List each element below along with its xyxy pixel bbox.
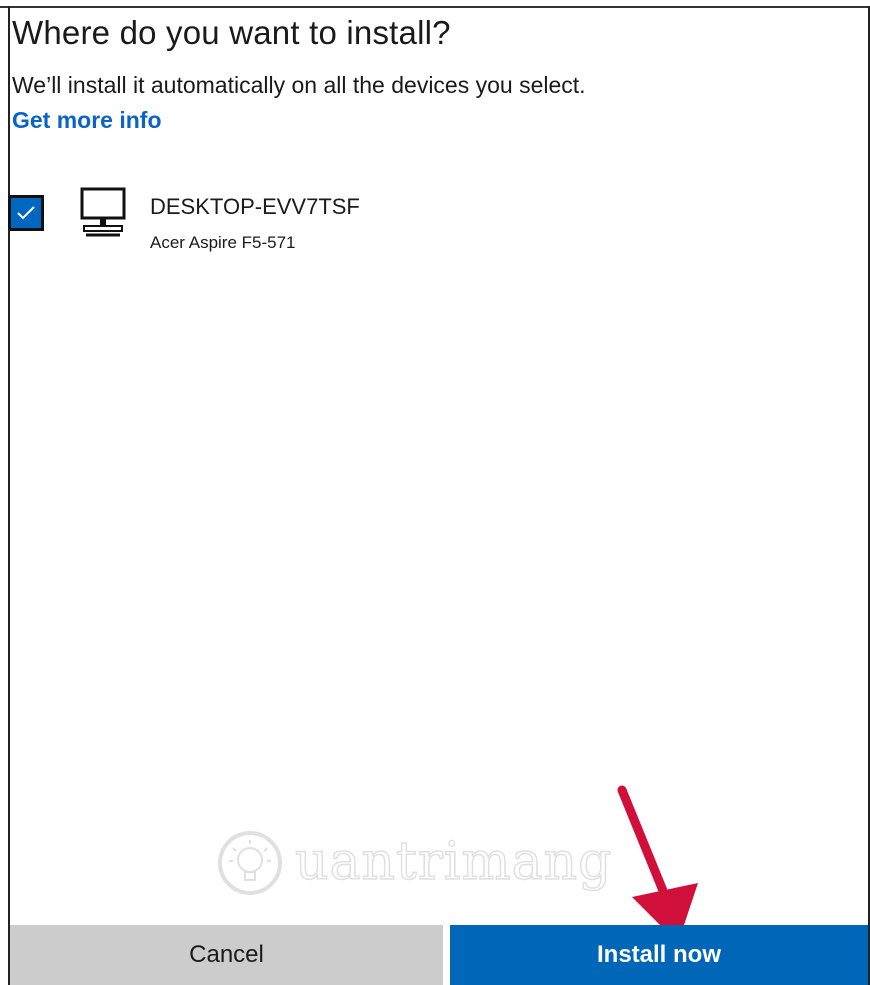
device-list-item[interactable]: DESKTOP-EVV7TSF Acer Aspire F5-571 — [0, 180, 600, 270]
window-left-border — [8, 6, 10, 985]
window-top-border — [0, 6, 870, 8]
cancel-button[interactable]: Cancel — [10, 925, 443, 985]
dialog-subtitle: We’ll install it automatically on all th… — [12, 72, 586, 98]
watermark: uantrimang — [215, 820, 615, 900]
desktop-computer-icon — [78, 186, 128, 243]
watermark-text: uantrimang — [294, 831, 613, 893]
install-now-button[interactable]: Install now — [450, 925, 868, 985]
install-dialog: Where do you want to install? We’ll inst… — [0, 0, 870, 985]
device-name: DESKTOP-EVV7TSF — [150, 194, 360, 219]
get-more-info-link[interactable]: Get more info — [12, 107, 162, 134]
dialog-title: Where do you want to install? — [12, 14, 451, 51]
device-checkbox[interactable] — [8, 195, 44, 231]
device-model: Acer Aspire F5-571 — [150, 233, 296, 252]
